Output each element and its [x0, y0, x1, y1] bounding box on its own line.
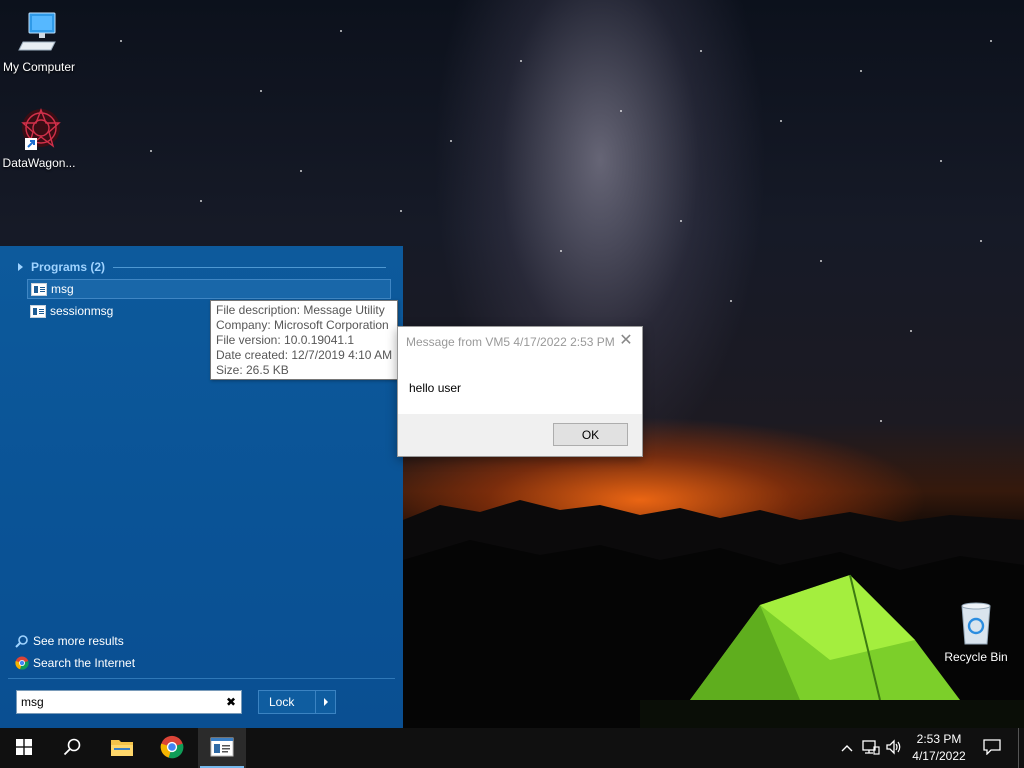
- tooltip-line: Company: Microsoft Corporation: [216, 318, 389, 332]
- desktop-icon-datawagon[interactable]: DataWagon...: [0, 106, 78, 170]
- expand-triangle-icon: [18, 263, 23, 271]
- dialog-titlebar[interactable]: Message from VM5 4/17/2022 2:53 PM: [398, 327, 642, 357]
- show-hidden-icons-button[interactable]: [838, 728, 856, 768]
- search-box[interactable]: ✖: [16, 690, 242, 714]
- datawagon-icon: [15, 106, 63, 154]
- msg-app-icon: [210, 737, 234, 760]
- search-divider: [8, 678, 395, 679]
- clock-time: 2:53 PM: [916, 732, 962, 746]
- close-icon[interactable]: ✕: [618, 333, 634, 349]
- notification-icon: [983, 738, 1001, 758]
- dialog-title: Message from VM5 4/17/2022 2:53 PM: [406, 335, 615, 349]
- desktop-icon-label: DataWagon...: [2, 156, 76, 170]
- windows-start-icon: [16, 738, 32, 758]
- clear-search-icon[interactable]: ✖: [226, 695, 236, 709]
- see-more-results-link[interactable]: See more results: [15, 633, 124, 649]
- programs-group-label: Programs (2): [31, 260, 106, 274]
- network-tray-button[interactable]: [860, 728, 882, 768]
- message-dialog: Message from VM5 4/17/2022 2:53 PM ✕ hel…: [397, 326, 643, 457]
- clock-date: 4/17/2022: [912, 749, 966, 763]
- search-icon: [63, 738, 81, 759]
- tooltip-line: File description: Message Utility: [216, 303, 385, 317]
- search-internet-link[interactable]: Search the Internet: [15, 655, 135, 671]
- program-label: msg: [51, 282, 74, 296]
- desktop-icon-label: Recycle Bin: [944, 650, 1008, 664]
- app-window-icon: [31, 282, 47, 296]
- ok-button[interactable]: OK: [553, 423, 628, 446]
- desktop-icon-recycle-bin[interactable]: Recycle Bin: [937, 600, 1015, 664]
- dialog-message: hello user: [409, 381, 462, 395]
- taskbar-chrome[interactable]: [148, 728, 196, 768]
- tooltip-line: Size: 26.5 KB: [216, 363, 289, 377]
- taskbar-msg-app[interactable]: [198, 728, 246, 768]
- chrome-icon: [160, 735, 184, 762]
- tooltip-line: Date created: 12/7/2019 4:10 AM: [216, 348, 393, 362]
- link-label: Search the Internet: [33, 656, 136, 670]
- power-options-arrow-icon[interactable]: [315, 691, 335, 713]
- desktop-icon-label: My Computer: [2, 60, 76, 74]
- lock-button[interactable]: Lock: [258, 690, 336, 714]
- program-label: sessionmsg: [50, 304, 114, 318]
- dialog-footer: OK: [398, 414, 642, 456]
- desktop-icon-my-computer[interactable]: My Computer: [0, 10, 78, 74]
- file-info-tooltip: File description: Message Utility Compan…: [210, 300, 398, 380]
- link-label: See more results: [33, 634, 124, 648]
- tooltip-line: File version: 10.0.19041.1: [216, 333, 355, 347]
- chevron-up-icon: [841, 741, 853, 755]
- taskbar-clock[interactable]: 2:53 PM 4/17/2022: [900, 731, 978, 765]
- computer-icon: [15, 10, 63, 58]
- search-icon: [15, 634, 29, 648]
- taskbar: 2:53 PM 4/17/2022: [0, 728, 1024, 768]
- taskbar-search-button[interactable]: [48, 728, 96, 768]
- group-divider: [113, 266, 386, 268]
- network-icon: [862, 739, 880, 758]
- file-explorer-icon: [110, 737, 134, 760]
- lock-button-label[interactable]: Lock: [259, 695, 315, 709]
- recycle-bin-icon: [952, 600, 1000, 648]
- taskbar-file-explorer[interactable]: [98, 728, 146, 768]
- programs-group-header[interactable]: Programs (2): [18, 260, 386, 274]
- show-desktop-divider[interactable]: [1018, 728, 1019, 768]
- app-window-icon: [30, 304, 46, 318]
- program-item-msg[interactable]: msg: [27, 279, 391, 299]
- action-center-button[interactable]: [978, 728, 1006, 768]
- chrome-icon: [15, 656, 29, 670]
- start-button[interactable]: [0, 728, 48, 768]
- search-input[interactable]: [21, 695, 217, 709]
